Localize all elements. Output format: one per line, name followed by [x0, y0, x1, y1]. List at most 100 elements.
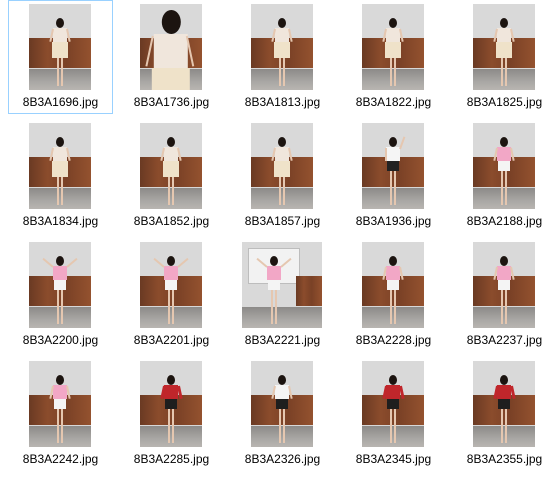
person-top [497, 266, 511, 280]
person-top [53, 266, 67, 280]
file-item[interactable]: 8B3A1813.jpg [230, 0, 335, 114]
thumbnail-person [493, 18, 515, 88]
person-bottom [274, 42, 290, 58]
person-head [56, 256, 64, 266]
person-head [500, 256, 508, 266]
person-legs [390, 290, 396, 324]
thumbnail-wood-panel [296, 276, 322, 307]
person-top [386, 28, 400, 42]
file-item[interactable]: 8B3A2242.jpg [8, 357, 113, 471]
file-name: 8B3A2355.jpg [466, 452, 543, 466]
person-top [497, 147, 511, 161]
thumbnail-person [493, 137, 515, 207]
person-head [500, 375, 508, 385]
thumbnail-floor [242, 306, 322, 328]
file-item[interactable]: 8B3A1936.jpg [341, 119, 446, 233]
person-bottom [54, 399, 66, 409]
person-bottom [387, 161, 399, 171]
thumbnail-person [49, 137, 71, 207]
file-name: 8B3A1936.jpg [355, 214, 432, 228]
person-bottom [52, 161, 68, 177]
file-thumbnail [473, 242, 535, 328]
person-top [164, 266, 178, 280]
file-thumbnail [251, 123, 313, 209]
person-legs [57, 58, 63, 86]
person-bottom [276, 399, 288, 409]
person-bottom [165, 399, 177, 409]
file-item[interactable]: 8B3A2345.jpg [341, 357, 446, 471]
person-head [56, 137, 64, 147]
file-thumbnail [473, 123, 535, 209]
file-name: 8B3A2285.jpg [133, 452, 210, 466]
person-top [53, 147, 67, 161]
person-top [53, 385, 67, 399]
person-top [267, 266, 281, 280]
file-item[interactable]: 8B3A2188.jpg [452, 119, 551, 233]
thumbnail-person [382, 256, 404, 326]
person-bottom [387, 280, 399, 290]
person-legs [168, 290, 174, 324]
file-name: 8B3A2228.jpg [355, 333, 432, 347]
file-thumbnail [362, 4, 424, 90]
file-thumbnail [362, 242, 424, 328]
file-thumbnail [29, 123, 91, 209]
file-item[interactable]: 8B3A1736.jpg [119, 0, 224, 114]
file-item[interactable]: 8B3A1825.jpg [452, 0, 551, 114]
file-thumbnail [140, 361, 202, 447]
person-legs [57, 290, 63, 324]
file-item[interactable]: 8B3A1857.jpg [230, 119, 335, 233]
thumbnail-person [271, 375, 293, 445]
file-item[interactable]: 8B3A1822.jpg [341, 0, 446, 114]
file-name: 8B3A2200.jpg [22, 333, 99, 347]
person-head [56, 18, 64, 28]
person-top [154, 34, 188, 68]
file-item[interactable]: 8B3A1834.jpg [8, 119, 113, 233]
thumbnail-person [493, 256, 515, 326]
person-legs [390, 171, 396, 205]
file-item[interactable]: 8B3A2285.jpg [119, 357, 224, 471]
file-item[interactable]: 8B3A2200.jpg [8, 238, 113, 352]
person-head [389, 18, 397, 28]
file-name: 8B3A1736.jpg [133, 95, 210, 109]
file-item[interactable]: 8B3A2201.jpg [119, 238, 224, 352]
person-legs [501, 58, 507, 86]
file-thumbnail [473, 4, 535, 90]
file-item[interactable]: 8B3A2355.jpg [452, 357, 551, 471]
person-legs [390, 409, 396, 443]
thumbnail-person [385, 136, 406, 207]
person-bottom [387, 399, 399, 409]
file-name: 8B3A2201.jpg [133, 333, 210, 347]
person-head [161, 10, 181, 34]
person-legs [279, 177, 285, 205]
person-top [164, 147, 178, 161]
file-item[interactable]: 8B3A1696.jpg [8, 0, 113, 114]
person-bottom [498, 280, 510, 290]
person-bottom [268, 280, 280, 290]
person-legs [168, 177, 174, 205]
file-item[interactable]: 8B3A1852.jpg [119, 119, 224, 233]
file-item[interactable]: 8B3A2237.jpg [452, 238, 551, 352]
file-name: 8B3A2188.jpg [466, 214, 543, 228]
person-bottom [165, 280, 177, 290]
file-item[interactable]: 8B3A2221.jpg [230, 238, 335, 352]
file-thumbnail [29, 242, 91, 328]
thumbnail-person [160, 375, 183, 445]
file-item[interactable]: 8B3A2326.jpg [230, 357, 335, 471]
file-item[interactable]: 8B3A2228.jpg [341, 238, 446, 352]
person-head [389, 375, 397, 385]
person-head [500, 18, 508, 28]
person-bottom [163, 161, 179, 177]
person-legs [57, 177, 63, 205]
person-bottom [385, 42, 401, 58]
file-name: 8B3A1825.jpg [466, 95, 543, 109]
person-bottom [151, 67, 191, 90]
person-head [389, 256, 397, 266]
person-top [497, 28, 511, 42]
file-thumbnail [140, 242, 202, 328]
file-thumbnail [473, 361, 535, 447]
person-head [389, 137, 397, 147]
file-name: 8B3A1822.jpg [355, 95, 432, 109]
person-head [167, 137, 175, 147]
person-bottom [498, 161, 510, 171]
person-top [386, 385, 400, 399]
